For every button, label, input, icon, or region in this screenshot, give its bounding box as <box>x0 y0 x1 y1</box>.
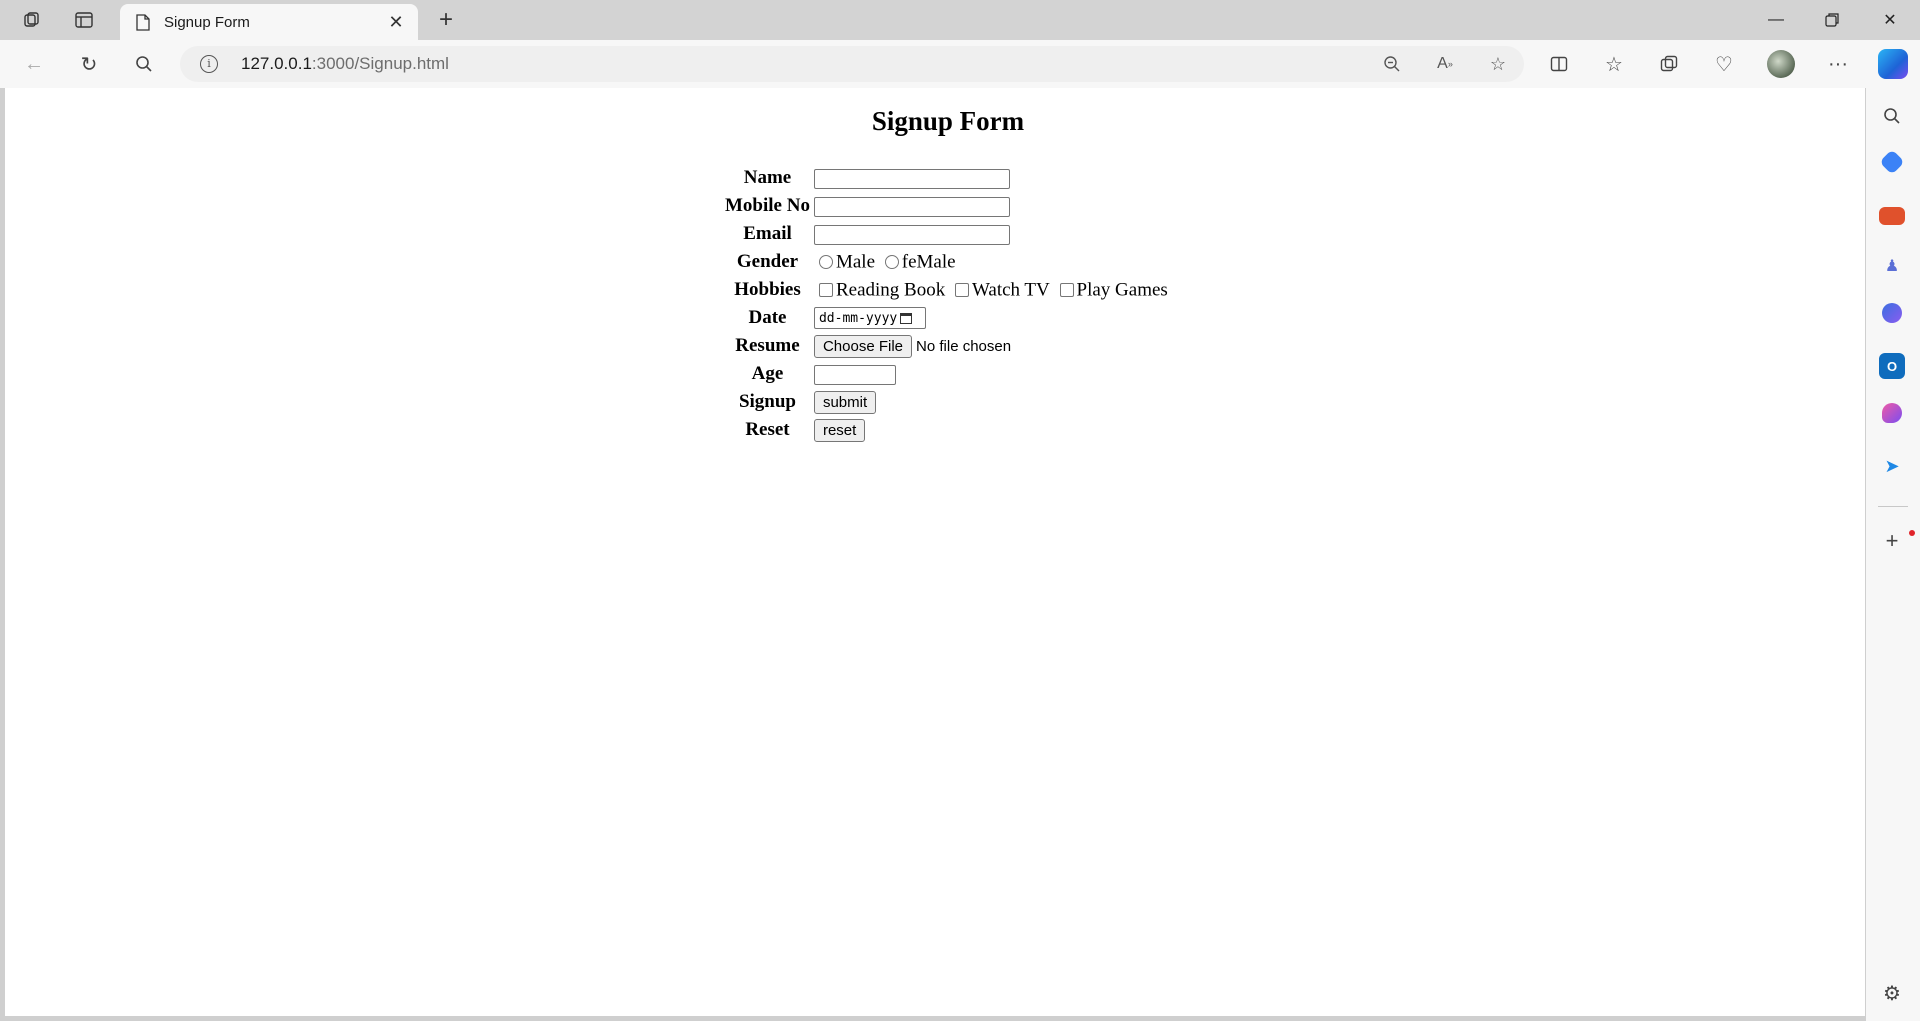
shopping-tag-icon[interactable] <box>1879 149 1905 175</box>
date-label: Date <box>748 307 787 328</box>
workspaces-icon[interactable] <box>14 4 50 36</box>
page-viewport: Signup Form Name Mobile No Email Gender … <box>5 88 1865 1016</box>
send-icon[interactable]: ➤ <box>1879 453 1905 479</box>
signup-form: Name Mobile No Email Gender Male feMale … <box>722 163 1171 445</box>
female-radio[interactable] <box>884 255 899 270</box>
play-games-checkbox[interactable] <box>1059 283 1074 298</box>
watch-tv-label: Watch TV <box>971 279 1050 301</box>
search-icon[interactable] <box>126 46 162 82</box>
outlook-icon[interactable]: O <box>1879 353 1905 379</box>
gender-row: Gender Male feMale <box>724 249 1169 275</box>
favorite-star-icon[interactable]: ☆ <box>1483 49 1513 79</box>
file-status: No file chosen <box>916 337 1012 355</box>
collections-icon[interactable] <box>1651 46 1687 82</box>
browser-essentials-icon[interactable]: ♡ <box>1706 46 1742 82</box>
signup-row: Signup submit <box>724 389 1169 415</box>
restore-icon[interactable] <box>1804 0 1860 40</box>
play-games-label: Play Games <box>1076 279 1168 301</box>
hobbies-label: Hobbies <box>734 279 801 300</box>
reading-book-label: Reading Book <box>835 279 946 301</box>
new-tab-icon[interactable]: + <box>428 4 464 36</box>
back-icon[interactable]: ← <box>16 46 52 82</box>
age-label: Age <box>751 363 784 384</box>
watch-tv-checkbox[interactable] <box>954 283 969 298</box>
page-icon <box>136 13 150 31</box>
email-row: Email <box>724 221 1169 247</box>
site-info-icon[interactable]: i <box>200 55 218 73</box>
submit-button[interactable]: submit <box>813 390 877 414</box>
close-tab-icon[interactable]: ✕ <box>382 8 410 36</box>
calendar-icon[interactable] <box>900 312 913 324</box>
choose-file-button[interactable]: Choose File <box>813 334 913 358</box>
minimize-icon[interactable]: — <box>1748 0 1804 40</box>
male-radio[interactable] <box>818 255 833 270</box>
address-bar[interactable]: i 127.0.0.1:3000/Signup.html A» ☆ <box>180 46 1524 82</box>
name-row: Name <box>724 165 1169 191</box>
zoom-out-icon[interactable] <box>1377 49 1407 79</box>
date-input[interactable]: dd-mm-yyyy <box>813 307 926 330</box>
page-title: Signup Form <box>871 106 1025 136</box>
age-input[interactable] <box>813 364 896 385</box>
mobile-input[interactable] <box>813 196 1010 217</box>
reset-button[interactable]: reset <box>813 418 866 442</box>
date-row: Date dd-mm-yyyy <box>724 305 1169 331</box>
games-icon[interactable]: ♟ <box>1879 253 1905 279</box>
resume-label: Resume <box>735 335 800 356</box>
vertical-tabs-icon[interactable] <box>66 4 102 36</box>
sidebar-search-icon[interactable] <box>1879 103 1905 129</box>
male-label: Male <box>835 251 876 273</box>
reset-row: Reset reset <box>724 417 1169 443</box>
email-label: Email <box>743 223 792 244</box>
profile-avatar[interactable] <box>1767 50 1795 78</box>
add-sidebar-icon[interactable]: + <box>1879 528 1905 554</box>
name-input[interactable] <box>813 168 1010 189</box>
gender-label: Gender <box>736 251 799 272</box>
split-screen-icon[interactable] <box>1541 46 1577 82</box>
tab-title: Signup Form <box>164 13 250 31</box>
sidebar-divider <box>1878 506 1908 507</box>
url-text: 127.0.0.1:3000/Signup.html <box>241 54 449 73</box>
favorites-icon[interactable]: ☆ <box>1596 46 1632 82</box>
more-options-icon[interactable]: ··· <box>1820 46 1856 82</box>
copilot-icon[interactable] <box>1878 49 1908 79</box>
female-label: feMale <box>901 251 956 273</box>
microsoft365-icon[interactable] <box>1882 303 1902 323</box>
email-input[interactable] <box>813 224 1010 245</box>
sidebar-settings-icon[interactable]: ⚙ <box>1879 980 1905 1006</box>
refresh-icon[interactable]: ↻ <box>71 46 107 82</box>
signup-label: Signup <box>738 391 796 412</box>
edge-sidebar: ♟ O ➤ + ⚙ <box>1866 88 1920 1021</box>
age-row: Age <box>724 361 1169 387</box>
active-tab[interactable]: Signup Form ✕ <box>120 4 418 40</box>
tools-icon[interactable] <box>1879 207 1905 225</box>
designer-icon[interactable] <box>1882 403 1902 423</box>
name-label: Name <box>743 167 792 188</box>
tab-strip: Signup Form ✕ + — ✕ <box>0 0 1920 40</box>
notification-dot <box>1909 530 1915 536</box>
mobile-label: Mobile No <box>725 195 810 216</box>
mobile-row: Mobile No <box>724 193 1169 219</box>
read-aloud-icon[interactable]: A» <box>1430 49 1460 79</box>
reading-book-checkbox[interactable] <box>818 283 833 298</box>
close-window-icon[interactable]: ✕ <box>1862 0 1918 40</box>
resume-row: Resume Choose File No file chosen <box>724 333 1169 359</box>
browser-toolbar: ← ↻ i 127.0.0.1:3000/Signup.html A» ☆ ☆ … <box>0 40 1920 88</box>
hobbies-row: Hobbies Reading Book Watch TV Play Games <box>724 277 1169 303</box>
reset-label: Reset <box>745 419 790 440</box>
date-placeholder: dd-mm-yyyy <box>818 310 898 326</box>
